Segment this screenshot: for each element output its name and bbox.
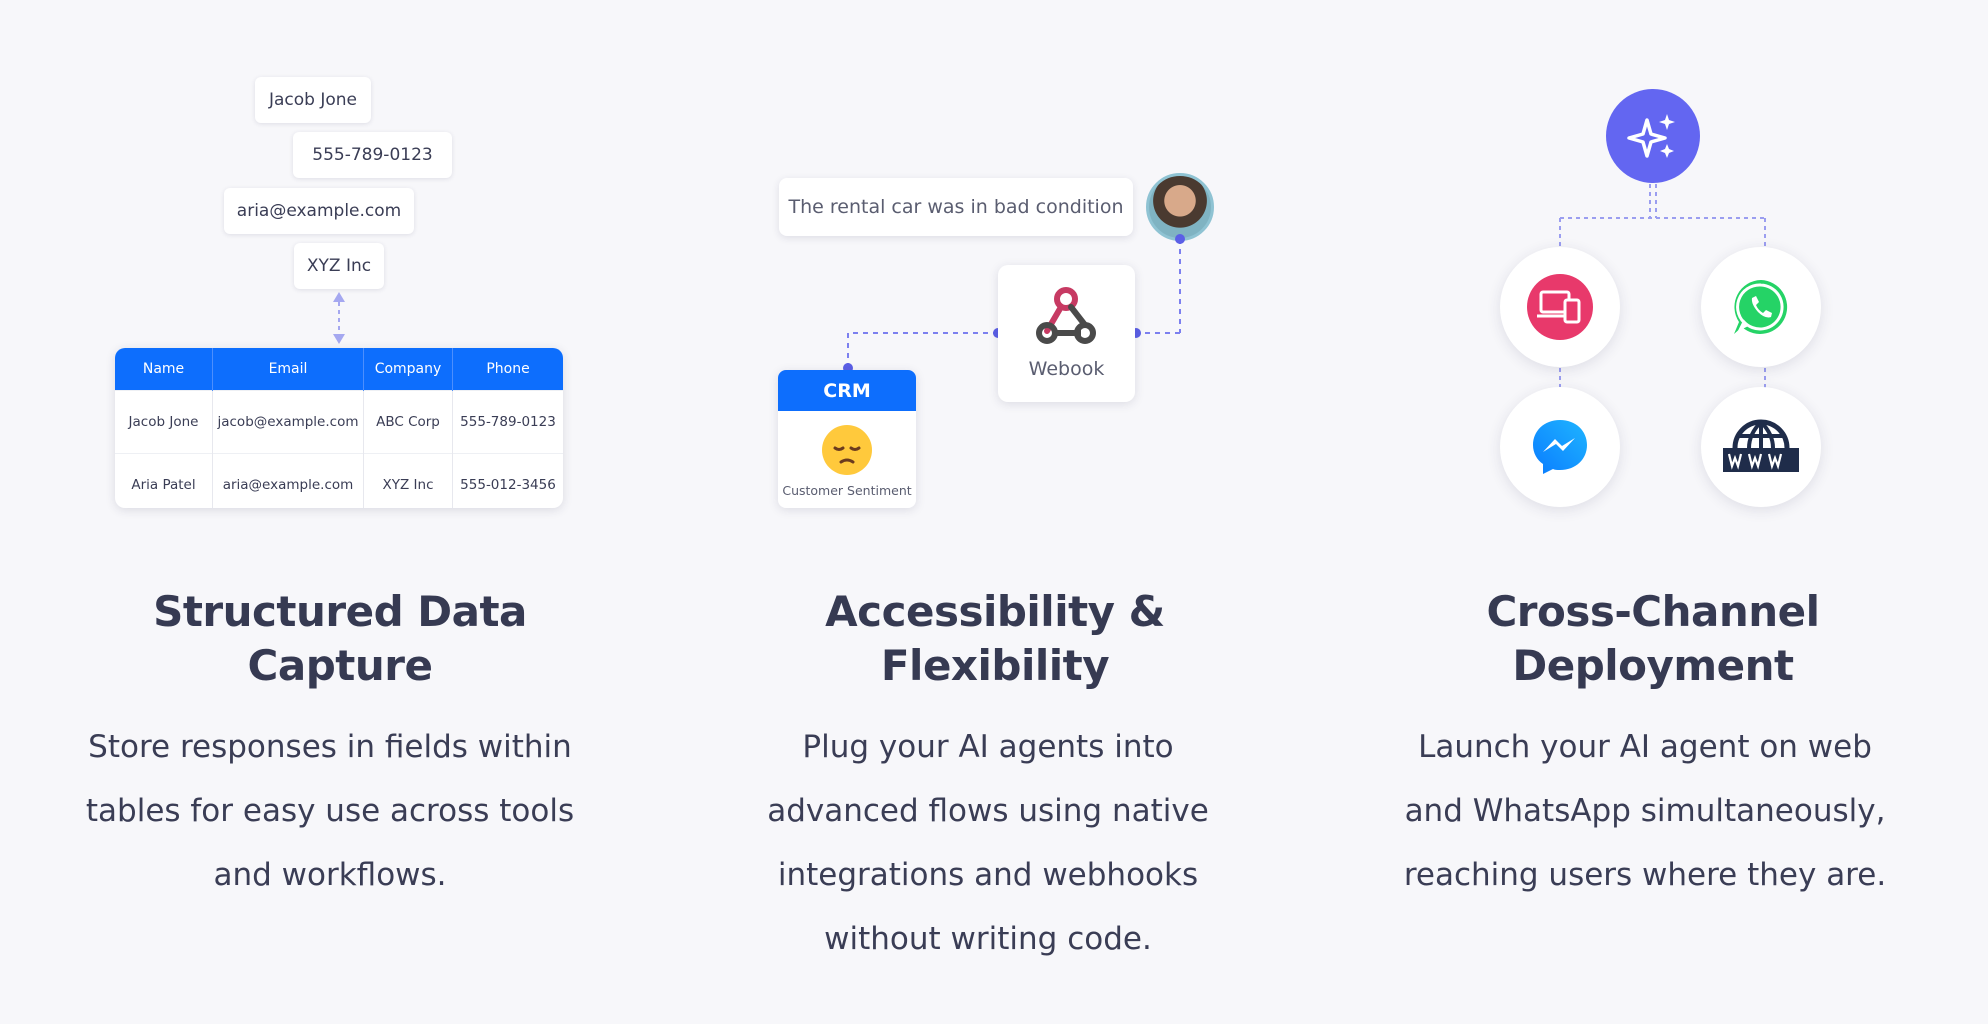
description-line: and WhatsApp simultaneously,	[1404, 793, 1886, 829]
sad-face-icon	[822, 425, 872, 475]
heading-line: Accessibility &	[825, 587, 1165, 636]
heading-line: Deployment	[1512, 641, 1794, 690]
channel-messenger	[1500, 387, 1620, 507]
chip-phone: 555-789-0123	[293, 132, 452, 178]
webhook-icon	[1036, 287, 1096, 344]
table-cell: Jacob Jone	[115, 390, 213, 454]
chip-name: Jacob Jone	[255, 77, 371, 123]
column-header-company: Company	[363, 348, 453, 391]
table-cell: 555-789-0123	[452, 390, 563, 454]
heading-line: Flexibility	[880, 641, 1110, 690]
structured-heading: Structured Data Capture	[80, 585, 600, 693]
description-line: advanced flows using native	[767, 793, 1209, 829]
crm-subtitle: Customer Sentiment	[782, 483, 912, 498]
column-header-phone: Phone	[452, 348, 563, 391]
table-row: Jacob Jone jacob@example.com ABC Corp 55…	[115, 390, 563, 454]
crm-title: CRM	[778, 370, 916, 411]
description-line: Store responses in fields within	[88, 729, 572, 765]
chip-to-table-arrow	[333, 292, 345, 344]
www-globe-icon	[1723, 419, 1799, 472]
sparkle-icon	[1606, 89, 1700, 183]
accessibility-description: Plug your AI agents into advanced flows …	[718, 715, 1258, 971]
description-line: Launch your AI agent on web	[1418, 729, 1872, 765]
webhook-card: Webook	[998, 265, 1135, 402]
table-cell: ABC Corp	[363, 390, 453, 454]
table-row: Aria Patel aria@example.com XYZ Inc 555-…	[115, 453, 563, 508]
structured-description: Store responses in fields within tables …	[60, 715, 600, 907]
channel-web	[1701, 387, 1821, 507]
chip-email: aria@example.com	[224, 188, 414, 234]
crm-card: CRM Customer Sentiment	[778, 370, 916, 508]
heading-line: Capture	[247, 641, 433, 690]
heading-line: Structured Data	[153, 587, 527, 636]
column-header-name: Name	[115, 348, 213, 391]
whatsapp-icon	[1734, 280, 1788, 334]
chat-bubble: The rental car was in bad condition	[779, 178, 1133, 236]
crosschannel-description: Launch your AI agent on web and WhatsApp…	[1375, 715, 1915, 907]
table-cell: aria@example.com	[212, 453, 364, 508]
channel-whatsapp	[1701, 247, 1821, 367]
column-header-email: Email	[212, 348, 364, 391]
description-line: integrations and webhooks	[777, 857, 1199, 893]
crosschannel-heading: Cross-Channel Deployment	[1393, 585, 1913, 693]
description-line: and workflows.	[213, 857, 447, 893]
description-line: tables for easy use across tools	[85, 793, 575, 829]
device-chat-icon	[1527, 274, 1593, 340]
heading-line: Cross-Channel	[1486, 587, 1820, 636]
table-cell: 555-012-3456	[452, 453, 563, 508]
messenger-icon	[1533, 420, 1587, 474]
chip-company: XYZ Inc	[294, 243, 384, 289]
description-line: reaching users where they are.	[1403, 857, 1887, 893]
table-cell: jacob@example.com	[212, 390, 364, 454]
table-cell: XYZ Inc	[363, 453, 453, 508]
data-table: Name Email Company Phone Jacob Jone jaco…	[115, 348, 563, 508]
table-cell: Aria Patel	[115, 453, 213, 508]
description-line: without writing code.	[824, 921, 1152, 957]
webhook-label: Webook	[1028, 358, 1105, 380]
accessibility-heading: Accessibility & Flexibility	[735, 585, 1255, 693]
channel-device-chat	[1500, 247, 1620, 367]
description-line: Plug your AI agents into	[802, 729, 1174, 765]
